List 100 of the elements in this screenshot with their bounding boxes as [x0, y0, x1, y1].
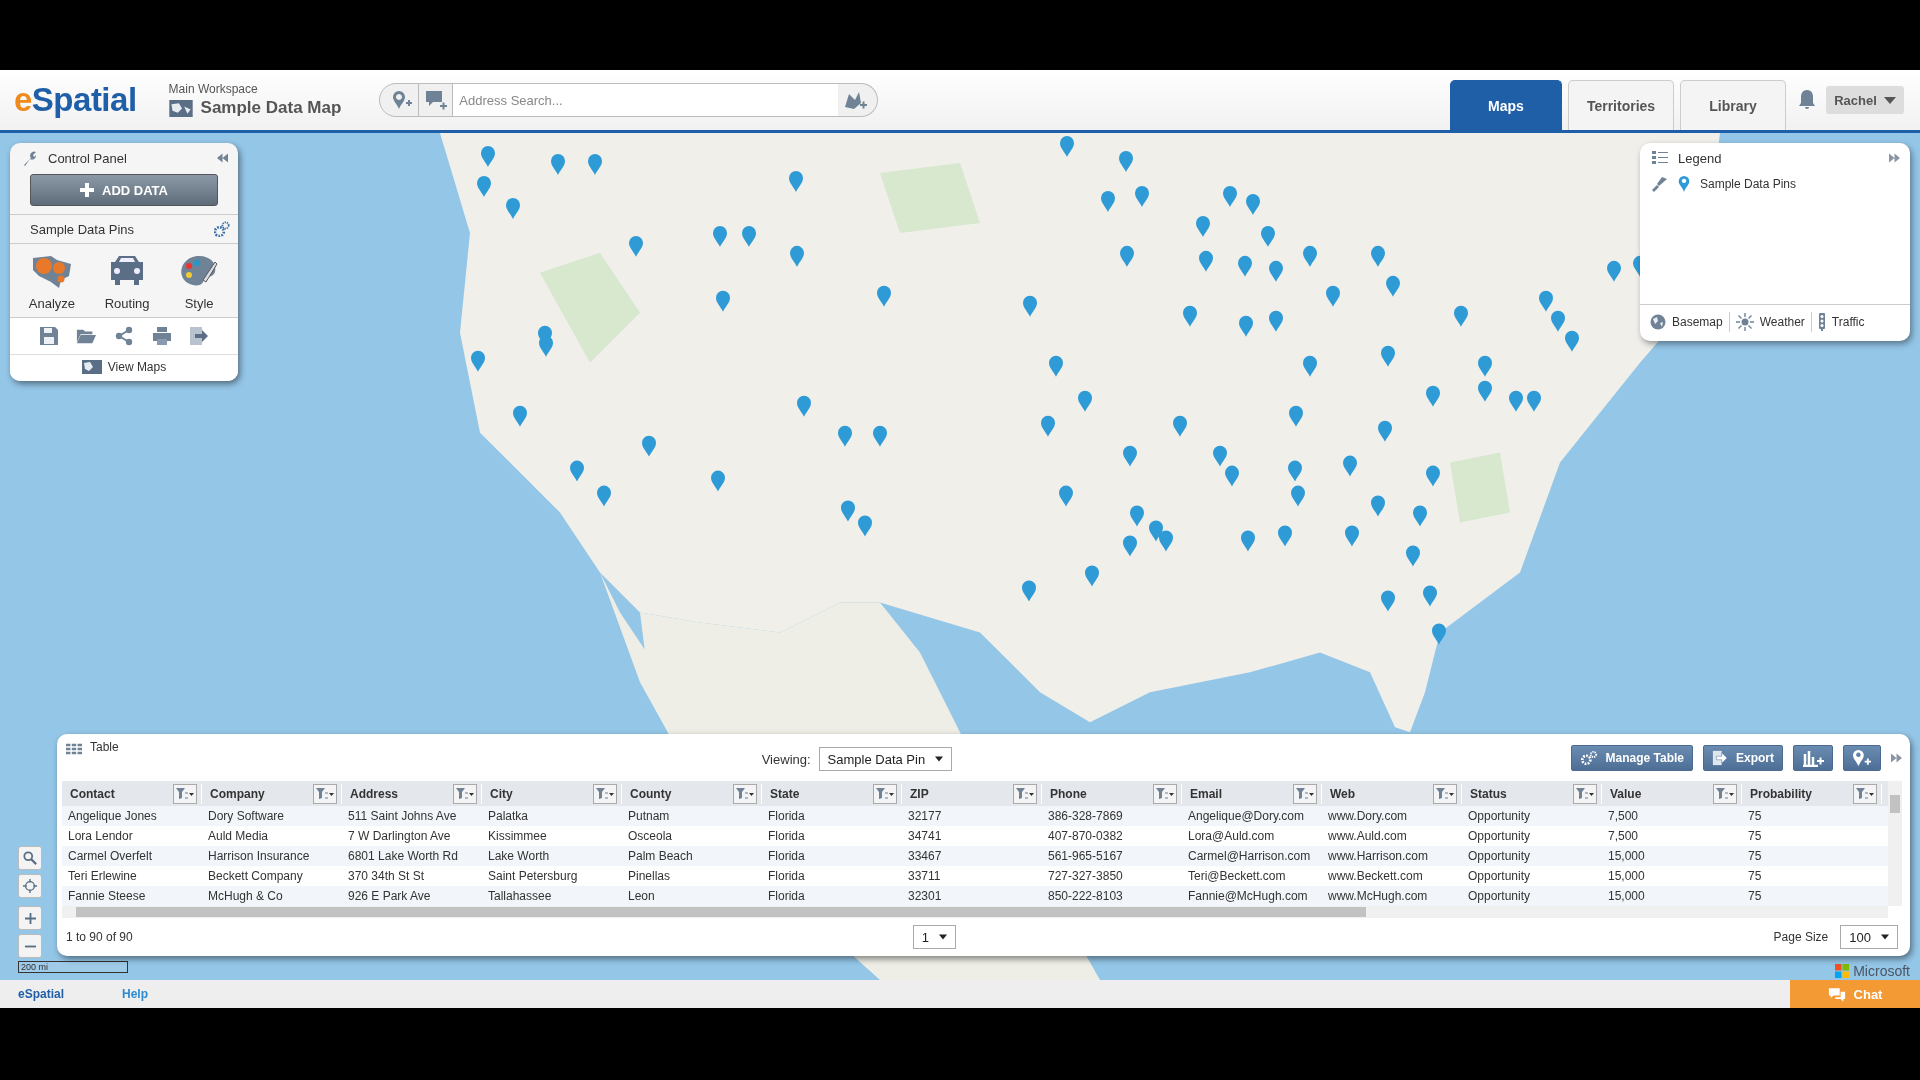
- add-note-button[interactable]: [419, 83, 454, 117]
- page-size-select[interactable]: 100: [1840, 925, 1898, 949]
- filter-sort-button[interactable]: [1713, 783, 1737, 804]
- table-cell-text: Florida: [767, 829, 806, 843]
- tool-button[interactable]: Style: [175, 252, 224, 313]
- filter-sort-button[interactable]: [1433, 783, 1457, 804]
- windows-logo-icon: [1835, 964, 1850, 978]
- table-cell-text: www.Harrison.com: [1327, 849, 1430, 863]
- column-header[interactable]: ZIP: [910, 786, 929, 801]
- column-header[interactable]: Status: [1470, 786, 1507, 801]
- table-cell-text: Beckett Company: [207, 869, 304, 883]
- tool-button[interactable]: Analyze: [24, 252, 80, 313]
- table-cell-text: 33711: [907, 869, 942, 883]
- map-icon: [81, 360, 102, 374]
- horizontal-scrollbar[interactable]: [62, 906, 1888, 918]
- table-cell-text: Putnam: [627, 809, 671, 823]
- notifications-icon[interactable]: [1798, 89, 1816, 111]
- print-icon[interactable]: [151, 326, 172, 346]
- table-cell-text: Harrison Insurance: [207, 849, 311, 863]
- column-header[interactable]: Contact: [70, 786, 115, 801]
- view-maps-button[interactable]: View Maps: [10, 355, 238, 381]
- table-cell-text: 75: [1747, 889, 1763, 903]
- filter-sort-button[interactable]: [733, 783, 757, 804]
- filter-sort-button[interactable]: [593, 783, 617, 804]
- column-header[interactable]: Email: [1190, 786, 1222, 801]
- nav-tab[interactable]: Maps: [1450, 80, 1562, 130]
- icon-button[interactable]: [1843, 745, 1881, 771]
- expand-icon[interactable]: [1889, 153, 1900, 163]
- filter-icon: [1855, 786, 1875, 801]
- export-icon[interactable]: [189, 326, 210, 346]
- table-action-button[interactable]: Export: [1703, 745, 1783, 771]
- table-cell-text: McHugh & Co: [207, 889, 284, 903]
- add-data-button[interactable]: ADD DATA: [30, 174, 218, 206]
- column-header[interactable]: County: [630, 786, 672, 801]
- table-cell-text: Leon: [627, 889, 656, 903]
- filter-icon: [1575, 786, 1595, 801]
- layer-toggle-button[interactable]: Traffic: [1811, 311, 1871, 333]
- icon-button[interactable]: [1793, 745, 1833, 771]
- column-header[interactable]: State: [770, 786, 800, 801]
- table-cell-text: 15,000: [1607, 889, 1646, 903]
- page-select[interactable]: 1: [912, 925, 956, 949]
- add-pin-button[interactable]: [379, 83, 420, 117]
- filter-sort-button[interactable]: [1013, 783, 1037, 804]
- filter-sort-button[interactable]: [1853, 783, 1877, 804]
- column-header[interactable]: Phone: [1050, 786, 1087, 801]
- heatmap-icon: [30, 254, 73, 290]
- filter-sort-button[interactable]: [873, 783, 897, 804]
- table-cell-text: 7 W Darlington Ave: [347, 829, 452, 843]
- filter-sort-button[interactable]: [1573, 783, 1597, 804]
- filter-sort-button[interactable]: [313, 783, 337, 804]
- table-title: Table: [90, 740, 119, 754]
- share-icon[interactable]: [114, 326, 134, 346]
- map-attribution: Microsoft: [1853, 963, 1910, 979]
- filter-sort-button[interactable]: [453, 783, 477, 804]
- filter-sort-button[interactable]: [173, 783, 197, 804]
- add-territory-button[interactable]: [838, 83, 879, 117]
- table-cell-text: Palm Beach: [627, 849, 694, 863]
- user-menu-button[interactable]: Rachel: [1826, 86, 1904, 114]
- column-header[interactable]: Company: [210, 786, 265, 801]
- filter-sort-button[interactable]: [1153, 783, 1177, 804]
- filter-sort-button[interactable]: [1293, 783, 1317, 804]
- column-header[interactable]: Address: [350, 786, 399, 801]
- caret-icon: [1881, 934, 1889, 940]
- crosshair-icon: [23, 879, 37, 893]
- table-cell-text: www.McHugh.com: [1327, 889, 1429, 903]
- collapse-icon[interactable]: [217, 153, 228, 163]
- filter-icon: [455, 786, 475, 801]
- save-icon[interactable]: [38, 326, 59, 346]
- table-cell-text: 511 Saint Johns Ave: [347, 809, 458, 823]
- table-cell-text: 34741: [907, 829, 943, 843]
- column-header[interactable]: Value: [1610, 786, 1642, 801]
- filter-icon: [1155, 786, 1175, 801]
- column-header[interactable]: Web: [1330, 786, 1356, 801]
- vertical-scrollbar[interactable]: [1888, 781, 1902, 906]
- table-cell-text: Teri Erlewine: [67, 869, 138, 883]
- layer-toggle-button[interactable]: Basemap: [1644, 312, 1729, 332]
- zoom-box-button[interactable]: [18, 846, 42, 870]
- table-cell-text: 15,000: [1607, 869, 1646, 883]
- layer-select[interactable]: Sample Data Pin: [818, 747, 953, 771]
- brush-icon[interactable]: [1652, 176, 1668, 192]
- filter-icon: [1015, 786, 1035, 801]
- globe-icon: [1650, 314, 1666, 330]
- expand-icon[interactable]: [1891, 753, 1902, 763]
- layer-toggle-button[interactable]: Weather: [1729, 311, 1811, 333]
- zoom-in-button[interactable]: [18, 906, 42, 930]
- table-cell-text: Fannie Steese: [67, 889, 147, 903]
- table-action-button[interactable]: Manage Table: [1570, 745, 1693, 771]
- locate-button[interactable]: [18, 874, 42, 898]
- column-header[interactable]: City: [490, 786, 513, 801]
- table-cell-text: Saint Petersburg: [487, 869, 579, 883]
- nav-tab[interactable]: Territories: [1568, 80, 1674, 130]
- export-icon: [1712, 750, 1728, 766]
- table-cell-text: Lora Lendor: [67, 829, 134, 843]
- address-search-field[interactable]: Address Search...: [453, 83, 839, 117]
- settings-icon[interactable]: [214, 221, 230, 237]
- column-header[interactable]: Probability: [1750, 786, 1812, 801]
- footer-logo[interactable]: eSpatial: [18, 987, 65, 1001]
- nav-tab[interactable]: Library: [1680, 80, 1786, 130]
- panel-title: Control Panel: [48, 150, 128, 166]
- tool-button[interactable]: Routing: [100, 252, 154, 313]
